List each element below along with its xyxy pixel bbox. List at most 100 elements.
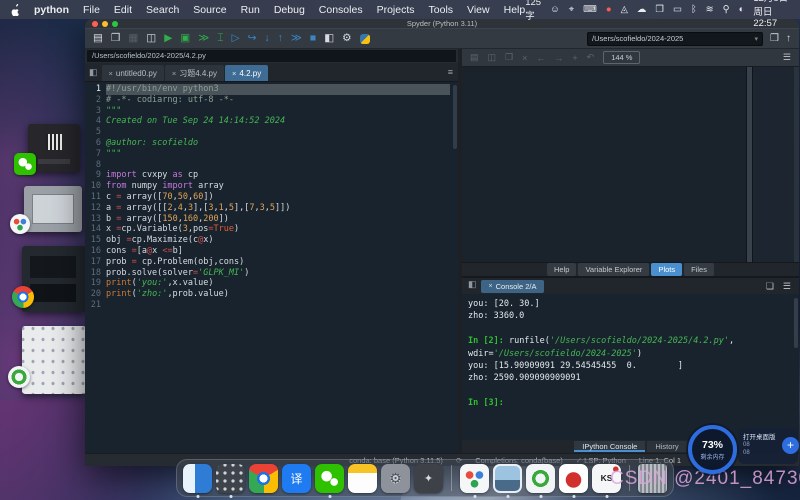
panes-layout-icon[interactable]: ◧ — [324, 33, 334, 44]
save-plot-icon[interactable]: ▤ — [470, 52, 479, 63]
console-tab[interactable]: × Console 2/A — [481, 280, 545, 293]
dock-drawio-app[interactable] — [460, 464, 489, 493]
plots-thumbnail-scrollbar[interactable] — [794, 67, 799, 262]
chrome-badge-icon[interactable] — [12, 286, 34, 308]
keyboard-icon[interactable]: ⌨ — [583, 5, 597, 15]
bluetooth-icon[interactable]: ᛒ — [691, 5, 697, 15]
menu-tools[interactable]: Tools — [429, 4, 454, 16]
dock-books-app[interactable] — [559, 464, 588, 493]
console-options-icon[interactable]: ☰ — [783, 281, 791, 292]
dock-preview-app[interactable] — [493, 464, 522, 493]
menu-run[interactable]: Run — [241, 4, 260, 16]
save-all-icon[interactable]: ◫ — [146, 33, 156, 44]
save-icon[interactable]: ▦ — [128, 33, 138, 44]
dock-launchpad-app[interactable] — [216, 464, 245, 493]
tab-ipython-console[interactable]: IPython Console — [574, 441, 645, 452]
menu-debug[interactable]: Debug — [274, 4, 305, 16]
run-selection-icon[interactable]: ⌶ — [217, 33, 223, 44]
wechat-badge-icon[interactable] — [14, 153, 36, 175]
drawio-badge-icon[interactable] — [10, 214, 30, 234]
pane-icon[interactable]: ◧ — [468, 279, 477, 290]
pane-icon[interactable]: ◧ — [89, 67, 98, 78]
editor-tab-习题4.4.py[interactable]: ×习题4.4.py — [165, 65, 224, 81]
previous-plot-icon[interactable]: ← — [536, 53, 545, 63]
emoji-picker-icon[interactable]: ☺ — [550, 5, 560, 15]
menu-projects[interactable]: Projects — [377, 4, 415, 16]
ipython-console[interactable]: you: [20. 30.]zho: 3360.0In [2]: runfile… — [462, 294, 799, 440]
new-console-icon[interactable]: ❏ — [766, 281, 774, 292]
run-cell-advance-icon[interactable]: ≫ — [198, 33, 209, 44]
menu-view[interactable]: View — [467, 4, 490, 16]
debug-stop-icon[interactable]: ■ — [310, 33, 316, 44]
green-ring-badge-icon[interactable] — [8, 366, 30, 388]
step-over-icon[interactable]: ↪ — [248, 33, 257, 44]
tab-options-icon[interactable]: ≡ — [448, 67, 453, 77]
preferences-icon[interactable]: ⚙ — [342, 33, 351, 44]
save-all-plots-icon[interactable]: ◫ — [488, 52, 497, 63]
chevron-down-icon[interactable]: ▾ — [755, 35, 759, 43]
spotlight-icon[interactable]: ⚲ — [723, 5, 730, 15]
cloud-icon[interactable]: ☁ — [637, 5, 647, 15]
airdrop-icon[interactable]: ◬ — [621, 5, 628, 15]
display-icon[interactable]: ❒ — [655, 5, 664, 15]
menu-app-name[interactable]: python — [34, 4, 69, 16]
code-editor[interactable]: 123456789101112131415161718192021 #!/usr… — [85, 82, 458, 453]
close-tab-icon[interactable]: × — [232, 69, 236, 78]
run-file-icon[interactable]: ▶ — [164, 33, 172, 44]
battery-icon[interactable]: ▭ — [673, 5, 682, 15]
console-scrollbar[interactable] — [794, 298, 798, 348]
step-out-icon[interactable]: ↑ — [278, 33, 283, 44]
dock-omni-ring-app[interactable] — [526, 464, 555, 493]
editor-scrollbar[interactable] — [453, 85, 457, 149]
dock-wechat-app[interactable] — [315, 464, 344, 493]
parent-directory-icon[interactable]: ↑ — [786, 33, 791, 44]
remove-plot-icon[interactable]: × — [522, 53, 527, 63]
memory-widget[interactable]: 73% 剩余内存 — [688, 425, 737, 474]
dock-settings-app[interactable]: ⚙ — [381, 464, 410, 493]
menu-edit[interactable]: Edit — [114, 4, 132, 16]
open-file-icon[interactable]: ❒ — [111, 33, 120, 44]
debug-continue-icon[interactable]: ≫ — [291, 33, 302, 44]
screen-record-icon[interactable]: ● — [606, 5, 612, 15]
tab-variable-explorer[interactable]: Variable Explorer — [578, 263, 649, 276]
run-cell-icon[interactable]: ▣ — [180, 33, 190, 44]
control-center-icon[interactable]: ◐ — [739, 5, 745, 15]
plots-options-icon[interactable]: ☰ — [783, 52, 791, 63]
close-tab-icon[interactable]: × — [172, 69, 176, 78]
dock-keychain-app[interactable]: ✦ — [414, 464, 443, 493]
dock-notes-app[interactable] — [348, 464, 377, 493]
dock-finder-app[interactable] — [183, 464, 212, 493]
zoom-out-icon[interactable]: ↶ — [587, 52, 595, 63]
minimized-window-appstore[interactable] — [22, 326, 86, 394]
menu-help[interactable]: Help — [504, 4, 526, 16]
menu-search[interactable]: Search — [146, 4, 179, 16]
tab-files[interactable]: Files — [684, 263, 714, 276]
apple-menu-icon[interactable] — [10, 4, 20, 16]
tab-help[interactable]: Help — [547, 263, 576, 276]
editor-tab-4.2.py[interactable]: ×4.2.py — [225, 65, 268, 81]
wifi-icon[interactable]: ≋ — [706, 5, 714, 15]
copy-plot-icon[interactable]: ❐ — [505, 52, 513, 63]
debug-file-icon[interactable]: ▷ — [232, 33, 240, 44]
new-file-icon[interactable]: ▤ — [93, 33, 103, 44]
add-button[interactable]: + — [782, 437, 799, 454]
dock-chrome-app[interactable] — [249, 464, 278, 493]
next-plot-icon[interactable]: → — [554, 53, 563, 63]
menu-source[interactable]: Source — [193, 4, 226, 16]
python-logo-icon[interactable] — [360, 34, 370, 44]
menu-consoles[interactable]: Consoles — [319, 4, 363, 16]
step-into-icon[interactable]: ↓ — [264, 33, 269, 44]
tab-plots[interactable]: Plots — [651, 263, 682, 276]
mic-icon[interactable]: ⌖ — [569, 5, 574, 15]
minimized-window-dialog[interactable] — [24, 186, 82, 232]
menubar-clock[interactable]: 12月8日 周日 22:57 — [753, 0, 790, 29]
tab-history[interactable]: History — [647, 441, 686, 452]
close-tab-icon[interactable]: × — [109, 69, 113, 78]
zoom-in-icon[interactable]: + — [572, 53, 577, 63]
plots-zoom-level[interactable]: 144 % — [603, 51, 640, 64]
menu-file[interactable]: File — [83, 4, 100, 16]
close-icon[interactable]: × — [489, 283, 493, 290]
browse-directory-icon[interactable]: ❒ — [770, 33, 779, 44]
dock-translate-app[interactable]: 译 — [282, 464, 311, 493]
working-directory-input[interactable]: /Users/scofieldo/2024-2025 ▾ — [587, 32, 763, 46]
